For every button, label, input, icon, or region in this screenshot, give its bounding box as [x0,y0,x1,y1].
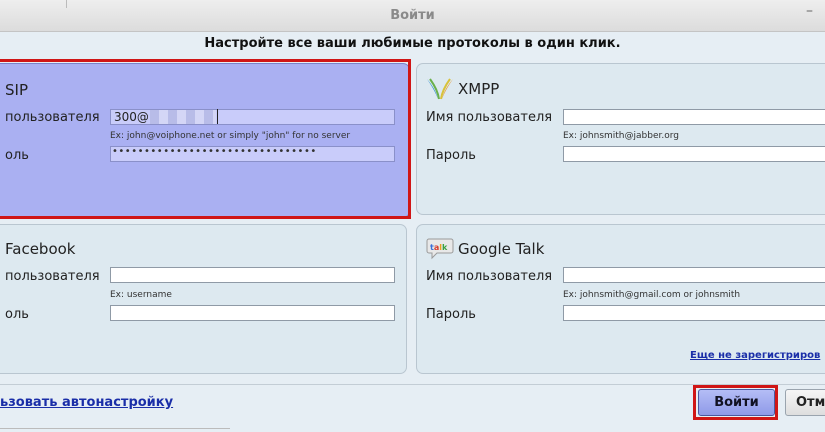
facebook-password-input[interactable] [110,305,395,321]
sip-username-label: пользователя [5,110,100,125]
facebook-username-label: пользователя [5,269,100,284]
facebook-username-hint: Ex: username [110,290,172,300]
xmpp-title: XMPP [458,80,500,98]
xmpp-username-input[interactable] [563,109,825,125]
sip-title: SIP [5,81,28,99]
svg-text:talk: talk [430,243,448,252]
window-title: Войти [390,8,435,23]
title-bar-divider [66,0,67,8]
xmpp-password-label: Пароль [426,148,476,163]
xmpp-icon [426,77,454,101]
text-caret [217,109,218,124]
google-talk-username-hint: Ex: johnsmith@gmail.com or johnsmith [563,290,741,300]
banner-text: Настройте все ваши любимые протоколы в о… [204,36,621,51]
login-button-highlight [693,385,778,420]
google-talk-password-input[interactable] [563,305,825,321]
minimize-button[interactable]: – [806,3,813,19]
google-talk-password-label: Пароль [426,307,476,322]
cancel-button[interactable]: Отм [785,389,825,416]
google-talk-icon: talk [426,236,454,260]
title-bar: Войти – [0,0,825,32]
autoconfig-link[interactable]: ьзовать автонастройку [0,395,173,410]
google-talk-username-input[interactable] [563,267,825,283]
facebook-password-label: оль [5,307,29,322]
register-link[interactable]: Еще не зарегистриров [690,350,820,361]
xmpp-password-input[interactable] [563,146,825,162]
facebook-title: Facebook [5,240,76,258]
google-talk-title: Google Talk [458,240,545,258]
xmpp-username-hint: Ex: johnsmith@jabber.org [563,131,679,141]
bottom-edge-line [0,428,230,429]
xmpp-username-label: Имя пользователя [426,110,553,125]
google-talk-username-label: Имя пользователя [426,269,553,284]
facebook-username-input[interactable] [110,267,395,283]
sip-username-hint: Ex: john@voiphone.net or simply "john" f… [110,131,351,141]
sip-username-blurred-region [150,110,216,124]
sip-password-label: оль [5,148,29,163]
sip-password-value: •••••••••••••••••••••••••••••••• [112,146,317,157]
